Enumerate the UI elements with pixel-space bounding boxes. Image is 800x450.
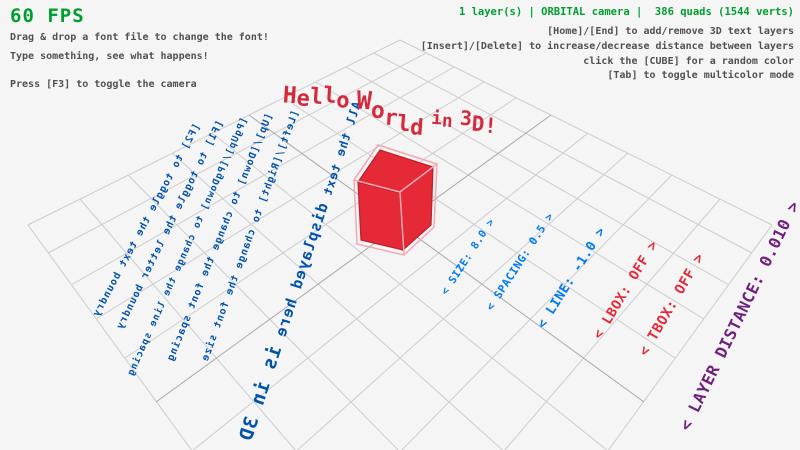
- status-bar: 1 layer(s) | ORBITAL camera | 386 quads …: [459, 6, 794, 18]
- wave-letter: n: [441, 112, 453, 131]
- cube[interactable]: [354, 145, 437, 255]
- hint-toggle-camera: Press [F3] to toggle the camera: [10, 79, 197, 90]
- hint-add-remove-layers: [Home]/[End] to add/remove 3D text layer…: [547, 26, 794, 37]
- hint-type-something: Type something, see what happens!: [10, 51, 209, 62]
- raylib-3d-text-demo-window: [F2] to toggle the text boundry [F1] to …: [0, 0, 800, 450]
- hint-drag-drop: Drag & drop a font file to change the fo…: [10, 32, 269, 43]
- hint-multicolor-mode: [Tab] to toggle multicolor mode: [607, 70, 794, 81]
- wave-letter: d: [409, 117, 424, 140]
- cube-svg: [0, 0, 800, 450]
- hint-layer-distance: [Insert]/[Delete] to increase/decrease d…: [421, 41, 794, 52]
- wave-letter: !: [483, 115, 497, 137]
- fps-counter: 60 FPS: [10, 5, 85, 27]
- wave-letter: o: [335, 90, 350, 113]
- hint-cube-random-color: click the [CUBE] for a random color: [583, 56, 794, 67]
